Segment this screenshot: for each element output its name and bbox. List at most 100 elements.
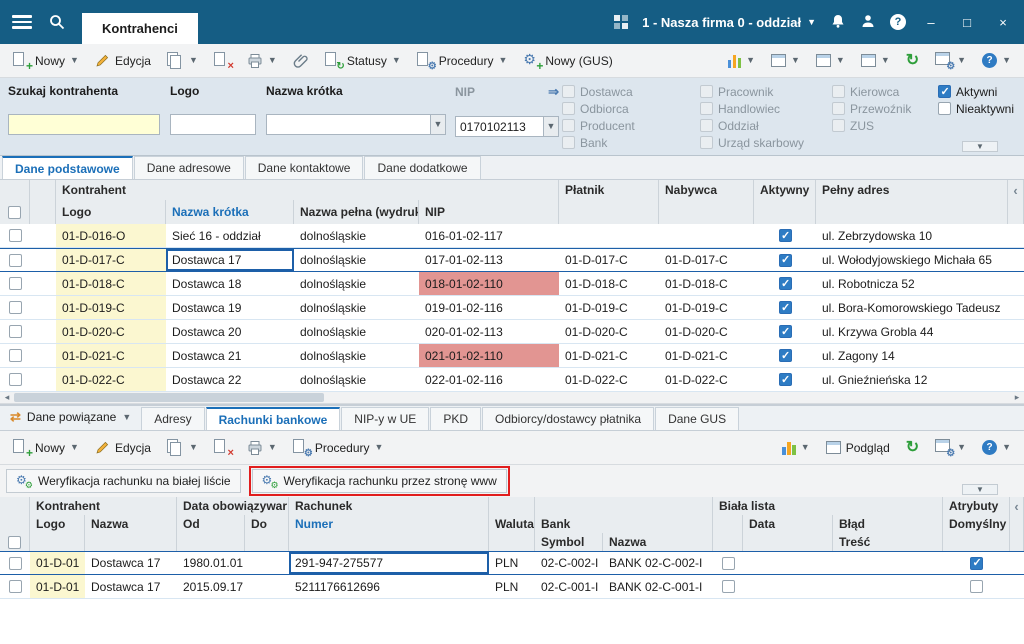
odbiorca-checkbox[interactable] [562, 102, 575, 115]
cell-nip[interactable]: 017-01-02-113 [419, 249, 559, 271]
cell-nip[interactable]: 022-01-02-116 [419, 368, 559, 391]
filter-handlowiec[interactable]: Handlowiec [700, 100, 804, 117]
cell-logo[interactable]: 01-D-019-C [56, 296, 166, 319]
filter-urzad-skarbowy[interactable]: Urząd skarbowy [700, 134, 804, 151]
account-row[interactable]: 01-D-01 Dostawca 17 2015.09.17 521117661… [0, 575, 1024, 599]
tab-pkd[interactable]: PKD [430, 407, 481, 430]
cell-nazwa[interactable]: Dostawca 17 [85, 575, 177, 598]
cell-nabywca[interactable]: 01-D-022-C [659, 368, 754, 391]
cell-adres[interactable]: ul. Zagony 14 [816, 344, 1008, 367]
cell-data[interactable] [743, 552, 833, 574]
cell-bank-nazwa[interactable]: BANK 02-C-001-I [603, 575, 713, 598]
col-platnik[interactable]: Płatnik [559, 180, 659, 200]
new-account-button[interactable]: + Nowy ▼ [6, 435, 86, 461]
col-nazwa[interactable]: Nazwa [85, 515, 177, 533]
copy-button[interactable]: ▼ [160, 48, 205, 74]
tab-dane-dodatkowe[interactable]: Dane dodatkowe [364, 156, 481, 179]
cell-logo[interactable]: 01-D-022-C [56, 368, 166, 391]
statuses-button[interactable]: ↻ Statusy ▼ [318, 48, 408, 74]
new-gus-button[interactable]: ⚙ + Nowy (GUS) [516, 48, 619, 74]
dock-button[interactable]: ▼ [809, 48, 852, 74]
col-aktywny[interactable]: Aktywny [754, 180, 816, 200]
close-button[interactable]: × [992, 15, 1014, 30]
cell-platnik[interactable]: 01-D-020-C [559, 320, 659, 343]
active-checkbox[interactable] [778, 277, 792, 290]
refresh-button[interactable]: ↻ [899, 435, 926, 461]
table-row[interactable]: 01-D-019-C Dostawca 19 dolnośląskie 019-… [0, 296, 1024, 320]
cell-pelna[interactable]: dolnośląskie [294, 368, 419, 391]
help-icon[interactable]: ? [890, 14, 906, 30]
row-select-checkbox[interactable] [8, 349, 22, 362]
filter-aktywni[interactable]: Aktywni [938, 83, 1014, 100]
cell-adres[interactable]: ul. Zebrzydowska 10 [816, 224, 1008, 247]
select-all-checkbox[interactable] [8, 205, 21, 219]
cell-numer[interactable]: 5211176612696 [289, 575, 489, 598]
active-checkbox[interactable] [778, 253, 792, 267]
search-contractor-input[interactable] [8, 114, 160, 135]
col-group-biala-lista[interactable]: Biała lista [713, 497, 943, 515]
filter-collapse-button[interactable]: ▼ [962, 141, 998, 152]
apps-grid-icon[interactable] [614, 15, 629, 29]
oddzial-checkbox[interactable] [700, 119, 713, 132]
col-group-kontrahent[interactable]: Kontrahent [56, 180, 559, 200]
cell-platnik[interactable]: 01-D-019-C [559, 296, 659, 319]
col-data[interactable]: Data [743, 515, 833, 533]
cell-pelna[interactable]: dolnośląskie [294, 344, 419, 367]
cell-waluta[interactable]: PLN [489, 552, 535, 574]
col-nazwa-pelna[interactable]: Nazwa pełna (wydruki) [294, 200, 419, 224]
print-button[interactable]: ▼ [240, 48, 284, 74]
row-select-checkbox[interactable] [8, 301, 22, 314]
chart-button[interactable]: ▼ [775, 435, 816, 461]
cell-platnik[interactable]: 01-D-022-C [559, 368, 659, 391]
aktywni-checkbox[interactable] [938, 85, 951, 98]
cell-pelna[interactable]: dolnośląskie [294, 320, 419, 343]
tab-dane-kontaktowe[interactable]: Dane kontaktowe [244, 156, 364, 179]
cell-pelna[interactable]: dolnośląskie [294, 272, 419, 295]
tab-dane-podstawowe[interactable]: Dane podstawowe [2, 156, 133, 179]
tab-dane-gus[interactable]: Dane GUS [655, 407, 740, 430]
panel-collapse-left-icon[interactable]: ‹ [1010, 497, 1024, 515]
col-bank-symbol[interactable]: Symbol [535, 533, 603, 551]
columns-button[interactable]: ▼ [854, 48, 897, 74]
producent-checkbox[interactable] [562, 119, 575, 132]
table-settings-button[interactable]: ⚙ ▼ [928, 48, 973, 74]
scroll-left-icon[interactable]: ◂ [0, 392, 14, 403]
cell-nazwa[interactable]: Dostawca 18 [166, 272, 294, 295]
preview-button[interactable]: Podgląd [819, 435, 897, 461]
cell-nabywca[interactable] [659, 224, 754, 247]
row-select-checkbox[interactable] [8, 373, 22, 386]
col-nip[interactable]: NIP [419, 200, 559, 224]
cell-logo[interactable]: 01-D-016-O [56, 224, 166, 247]
nieaktywni-checkbox[interactable] [938, 102, 951, 115]
table-row[interactable]: 01-D-020-C Dostawca 20 dolnośląskie 020-… [0, 320, 1024, 344]
row-select-checkbox[interactable] [8, 229, 22, 242]
cell-logo[interactable]: 01-D-020-C [56, 320, 166, 343]
row-select-checkbox[interactable] [8, 325, 22, 338]
tab-nipy-w-ue[interactable]: NIP-y w UE [341, 407, 430, 430]
whitelist-status-checkbox[interactable] [721, 556, 735, 570]
cell-tresc[interactable] [833, 552, 943, 574]
cell-nabywca[interactable]: 01-D-021-C [659, 344, 754, 367]
cell-pelna[interactable]: dolnośląskie [294, 249, 419, 271]
toolbar-help-button[interactable]: ? ▼ [975, 435, 1018, 461]
cell-platnik[interactable]: 01-D-018-C [559, 272, 659, 295]
dostawca-checkbox[interactable] [562, 85, 575, 98]
table-row[interactable]: 01-D-016-O Sieć 16 - oddział dolnośląski… [0, 224, 1024, 248]
company-selector[interactable]: 1 - Nasza firma 0 - oddział ▼ [642, 15, 816, 30]
cell-nazwa[interactable]: Dostawca 22 [166, 368, 294, 391]
table-row[interactable]: 01-D-017-C Dostawca 17 dolnośląskie 017-… [0, 248, 1024, 272]
module-tab-kontrahenci[interactable]: Kontrahenci [82, 13, 198, 44]
edit-account-button[interactable]: Edycja [88, 435, 158, 461]
search-icon[interactable] [48, 13, 66, 31]
urzad-skarbowy-checkbox[interactable] [700, 136, 713, 149]
notifications-bell-icon[interactable] [830, 13, 846, 32]
col-tresc[interactable]: Treść [833, 533, 943, 551]
scrollbar-thumb[interactable] [14, 393, 324, 402]
col-group-atrybuty[interactable]: Atrybuty [943, 497, 1010, 515]
filter-producent[interactable]: Producent [562, 117, 635, 134]
cell-logo[interactable]: 01-D-01 [30, 552, 85, 574]
filter-nieaktywni[interactable]: Nieaktywni [938, 100, 1014, 117]
col-waluta[interactable]: Waluta [489, 515, 535, 533]
account-row[interactable]: 01-D-01 Dostawca 17 1980.01.01 291-947-2… [0, 551, 1024, 575]
row-select-checkbox[interactable] [8, 253, 22, 267]
